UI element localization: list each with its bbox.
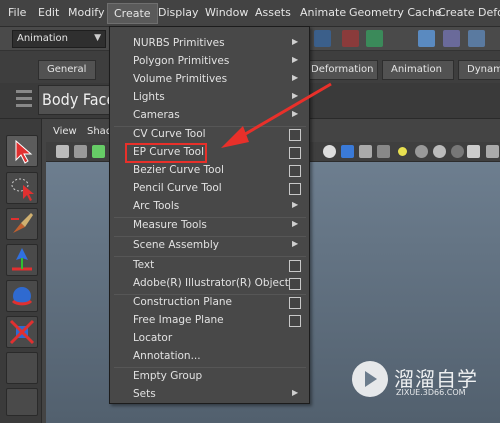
wireframe-on-shaded-icon[interactable] <box>359 145 372 158</box>
menu-item-label: Lights <box>133 91 165 103</box>
menu-item-label: Arc Tools <box>133 200 180 212</box>
watermark: 溜溜自学 ZIXUE.3D66.COM <box>352 355 477 409</box>
highlight-box <box>125 143 207 163</box>
menu-item-label: Construction Plane <box>133 296 232 308</box>
camera-attributes-icon[interactable] <box>74 145 87 158</box>
option-box-icon[interactable] <box>289 297 301 309</box>
shelf-menu-icon[interactable] <box>14 86 34 114</box>
menu-item-label: Adobe(R) Illustrator(R) Object... <box>133 277 299 289</box>
menu-item-bezier-curve-tool[interactable]: Bezier Curve Tool <box>111 162 308 180</box>
menu-bar: File Edit Modify Create Display Window A… <box>0 0 500 27</box>
menu-item-empty-group[interactable]: Empty Group <box>111 368 308 386</box>
select-by-object-icon[interactable] <box>342 30 359 47</box>
menu-window[interactable]: Window <box>205 6 248 19</box>
xray-icon[interactable] <box>486 145 499 158</box>
menu-item-label: Empty Group <box>133 370 203 382</box>
toolbox <box>0 119 42 423</box>
menu-create-deformers[interactable]: Create Defor <box>438 6 500 19</box>
option-box-icon[interactable] <box>289 315 301 327</box>
tab-animation[interactable]: Animation <box>382 60 454 80</box>
menu-modify[interactable]: Modify <box>68 6 104 19</box>
rotate-tool-icon[interactable] <box>6 280 38 312</box>
lighting-icon[interactable] <box>398 147 407 156</box>
menu-animate[interactable]: Animate <box>300 6 346 19</box>
menu-item-locator[interactable]: Locator <box>111 330 308 348</box>
snap-point-icon[interactable] <box>468 30 485 47</box>
mode-selector-value: Animation <box>17 33 68 44</box>
menu-item-annotation[interactable]: Annotation... <box>111 348 308 366</box>
menu-item-free-image-plane[interactable]: Free Image Plane <box>111 312 308 330</box>
menu-item-arc-tools[interactable]: Arc Tools ▶ <box>111 198 308 216</box>
menu-item-label: Free Image Plane <box>133 314 224 326</box>
paint-select-tool-icon[interactable] <box>6 208 38 240</box>
menu-item-adobe-illustrator-object[interactable]: Adobe(R) Illustrator(R) Object... <box>111 275 308 293</box>
annotation-arrow-icon <box>221 82 332 148</box>
submenu-arrow-icon: ▶ <box>292 37 299 46</box>
menu-edit[interactable]: Edit <box>38 6 59 19</box>
select-by-hierarchy-icon[interactable] <box>314 30 331 47</box>
tab-deformation[interactable]: Deformation <box>302 60 378 80</box>
menu-create[interactable]: Create <box>107 3 158 24</box>
menu-item-nurbs-primitives[interactable]: NURBS Primitives ▶ <box>111 35 308 53</box>
textured-icon[interactable] <box>377 145 390 158</box>
menu-item-label: Measure Tools <box>133 219 207 231</box>
chevron-down-icon: ▼ <box>94 33 101 43</box>
menu-item-text[interactable]: Text <box>111 257 308 275</box>
menu-item-label: Locator <box>133 332 173 344</box>
shadows-icon[interactable] <box>415 145 428 158</box>
submenu-arrow-icon: ▶ <box>292 55 299 64</box>
menu-item-label: Scene Assembly <box>133 239 219 251</box>
play-triangle-icon <box>365 371 377 387</box>
menu-item-pencil-curve-tool[interactable]: Pencil Curve Tool <box>111 180 308 198</box>
select-tool-icon[interactable] <box>6 135 38 167</box>
menu-item-label: Polygon Primitives <box>133 55 230 67</box>
default-lighting-icon[interactable] <box>433 145 446 158</box>
menu-item-label: Annotation... <box>133 350 201 362</box>
menu-item-polygon-primitives[interactable]: Polygon Primitives ▶ <box>111 53 308 71</box>
menu-file[interactable]: File <box>8 6 26 19</box>
menu-item-label: Text <box>133 259 155 271</box>
move-tool-icon[interactable] <box>6 244 38 276</box>
watermark-url: ZIXUE.3D66.COM <box>396 388 466 397</box>
mode-selector[interactable]: Animation ▼ <box>12 30 106 48</box>
menu-item-measure-tools[interactable]: Measure Tools ▶ <box>111 217 308 235</box>
shelf-item-body-face[interactable]: Body Face <box>38 85 110 115</box>
menu-item-sets[interactable]: Sets ▶ <box>111 386 308 404</box>
scale-tool-icon[interactable] <box>6 316 38 348</box>
camera-icon[interactable] <box>56 145 69 158</box>
smooth-shade-icon[interactable] <box>341 145 354 158</box>
submenu-arrow-icon: ▶ <box>292 388 299 397</box>
bookmark-icon[interactable] <box>92 145 105 158</box>
select-by-component-icon[interactable] <box>366 30 383 47</box>
menu-item-label: Pencil Curve Tool <box>133 182 222 194</box>
empty-tool-slot <box>6 388 38 416</box>
lasso-tool-icon[interactable] <box>6 172 38 204</box>
menu-assets[interactable]: Assets <box>255 6 291 19</box>
option-box-icon[interactable] <box>289 278 301 290</box>
menu-item-construction-plane[interactable]: Construction Plane <box>111 294 308 312</box>
submenu-arrow-icon: ▶ <box>292 239 299 248</box>
option-box-icon[interactable] <box>289 260 301 272</box>
tab-general[interactable]: General <box>38 60 96 80</box>
snap-curve-icon[interactable] <box>443 30 460 47</box>
option-box-icon[interactable] <box>289 165 301 177</box>
submenu-arrow-icon: ▶ <box>292 219 299 228</box>
tab-dynamics[interactable]: Dynamic <box>458 60 500 80</box>
menu-display[interactable]: Display <box>158 6 199 19</box>
isolate-select-icon[interactable] <box>467 145 480 158</box>
menu-item-label: Volume Primitives <box>133 73 228 85</box>
snap-grid-icon[interactable] <box>418 30 435 47</box>
menu-item-label: Sets <box>133 388 156 400</box>
submenu-arrow-icon: ▶ <box>292 200 299 209</box>
menu-geometry-cache[interactable]: Geometry Cache <box>349 6 442 19</box>
menu-item-scene-assembly[interactable]: Scene Assembly ▶ <box>111 237 308 255</box>
menu-item-label: CV Curve Tool <box>133 128 206 140</box>
menu-item-label: Cameras <box>133 109 180 121</box>
menu-item-label: Bezier Curve Tool <box>133 164 224 176</box>
last-tool-icon[interactable] <box>6 352 38 384</box>
menu-item-label: NURBS Primitives <box>133 37 225 49</box>
all-lights-icon[interactable] <box>451 145 464 158</box>
option-box-icon[interactable] <box>289 183 301 195</box>
panel-menu-view[interactable]: View <box>53 126 77 137</box>
